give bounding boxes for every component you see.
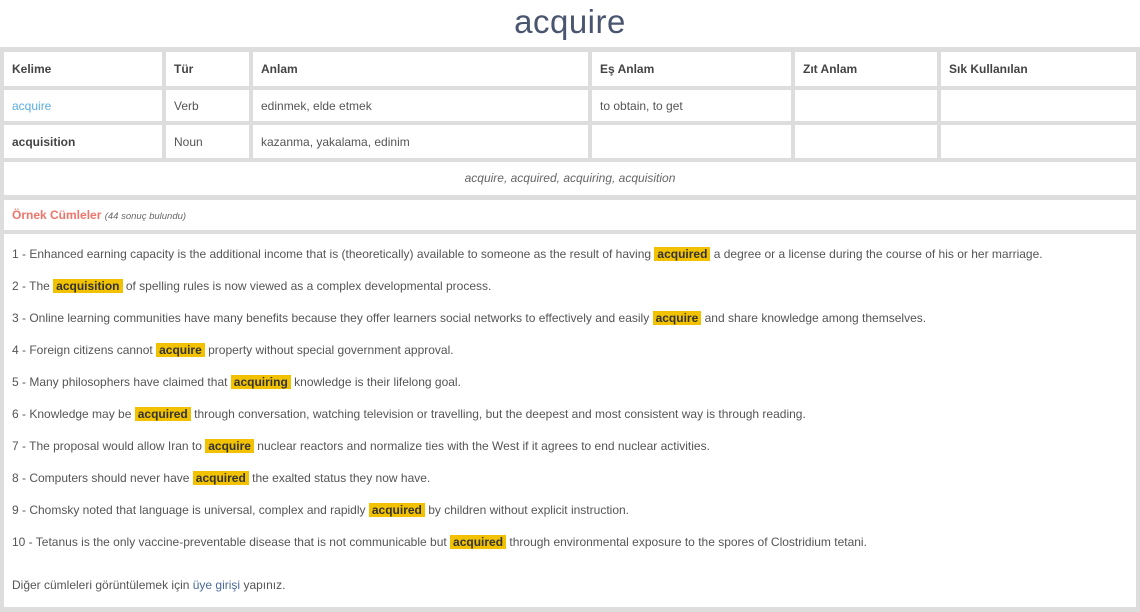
word-type: Verb (166, 90, 249, 121)
table-row: acquire Verb edinmek, elde etmek to obta… (4, 90, 1136, 121)
word-type: Noun (166, 125, 249, 158)
word-meaning: kazanma, yakalama, edinim (253, 125, 588, 158)
word-synonym: to obtain, to get (592, 90, 791, 121)
example-sentence: 9 - Chomsky noted that language is unive… (12, 503, 629, 517)
example-sentence: 8 - Computers should never have acquired… (12, 471, 431, 485)
header-tur: Tür (166, 52, 249, 86)
highlighted-word: acquire (156, 343, 205, 357)
highlighted-word: acquired (450, 535, 507, 549)
example-sentence: 7 - The proposal would allow Iran to acq… (12, 439, 710, 453)
example-sentence: 4 - Foreign citizens cannot acquire prop… (12, 343, 454, 357)
page-title: acquire (514, 3, 626, 40)
header-zit-anlam: Zıt Anlam (795, 52, 937, 86)
header-sik-kullanilan: Sık Kullanılan (941, 52, 1136, 86)
word-frequent (941, 125, 1136, 158)
login-prompt: Diğer cümleleri görüntülemek için üye gi… (12, 578, 286, 592)
word-panel: Kelime Tür Anlam Eş Anlam Zıt Anlam Sık … (0, 47, 1140, 612)
highlighted-word: acquire (205, 439, 254, 453)
example-sentence: 5 - Many philosophers have claimed that … (12, 375, 461, 389)
highlighted-word: acquire (652, 311, 702, 325)
word-antonym (795, 125, 937, 158)
example-sentence: 1 - Enhanced earning capacity is the add… (12, 247, 1043, 261)
word-link[interactable]: acquire (12, 99, 51, 113)
header-anlam: Anlam (253, 52, 588, 86)
examples-header: Örnek Cümleler (44 sonuç bulundu) (4, 200, 1136, 230)
word-label: acquisition (4, 125, 162, 158)
highlighted-word: acquired (134, 407, 191, 421)
highlighted-word: acquired (192, 471, 249, 485)
word-synonym (592, 125, 791, 158)
header-kelime: Kelime (4, 52, 162, 86)
example-sentence: 3 - Online learning communities have man… (12, 311, 927, 325)
table-header-row: Kelime Tür Anlam Eş Anlam Zıt Anlam Sık … (4, 52, 1136, 86)
examples-heading: Örnek Cümleler (12, 208, 102, 222)
word-meaning: edinmek, elde etmek (253, 90, 588, 121)
highlighted-word: acquired (368, 503, 425, 517)
example-sentences: 1 - Enhanced earning capacity is the add… (4, 234, 1136, 607)
example-sentence: 6 - Knowledge may be acquired through co… (12, 407, 806, 421)
highlighted-word: acquiring (230, 375, 291, 389)
results-count: (44 sonuç bulundu) (104, 211, 187, 222)
highlighted-word: acquisition (53, 279, 123, 293)
word-antonym (795, 90, 937, 121)
word-frequent (941, 90, 1136, 121)
example-sentence: 10 - Tetanus is the only vaccine-prevent… (12, 535, 867, 549)
table-row: acquisition Noun kazanma, yakalama, edin… (4, 125, 1136, 158)
word-variants: acquire, acquired, acquiring, acquisitio… (4, 162, 1136, 195)
example-sentence: 2 - The acquisition of spelling rules is… (12, 279, 492, 293)
header-es-anlam: Eş Anlam (592, 52, 791, 86)
login-link[interactable]: üye girişi (193, 578, 240, 592)
highlighted-word: acquired (654, 247, 711, 261)
